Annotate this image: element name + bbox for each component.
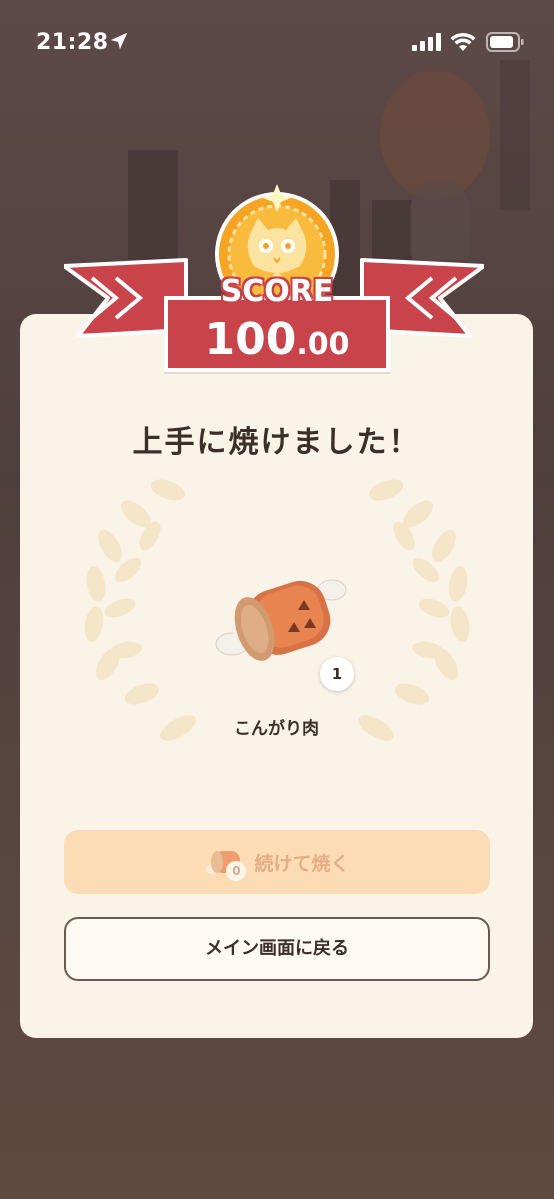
meat-cost-icon: 0 — [204, 845, 247, 881]
signal-icon — [412, 33, 441, 51]
back-to-main-button[interactable]: メイン画面に戻る — [64, 917, 490, 981]
item-quantity-badge: 1 — [320, 657, 354, 691]
item-name: こんがり肉 — [234, 719, 319, 739]
wifi-icon — [450, 32, 476, 51]
continue-grilling-label: 続けて焼く — [254, 852, 350, 875]
score-value: 100.00 — [164, 314, 390, 365]
continue-grilling-button[interactable]: 0 続けて焼く — [64, 830, 490, 894]
location-arrow-icon — [110, 32, 128, 50]
score-label: SCORE — [220, 274, 334, 309]
status-bar: 21:28 — [0, 0, 554, 84]
result-title: 上手に焼けました！ — [132, 425, 421, 460]
score-integer: 100 — [204, 314, 297, 365]
result-card: 上手に焼けました！ 1 こんがり肉 0 続けて焼く メイン画面に戻る — [20, 314, 533, 1038]
battery-icon — [486, 32, 524, 52]
score-decimal: .00 — [296, 327, 350, 362]
status-time: 21:28 — [36, 30, 109, 55]
